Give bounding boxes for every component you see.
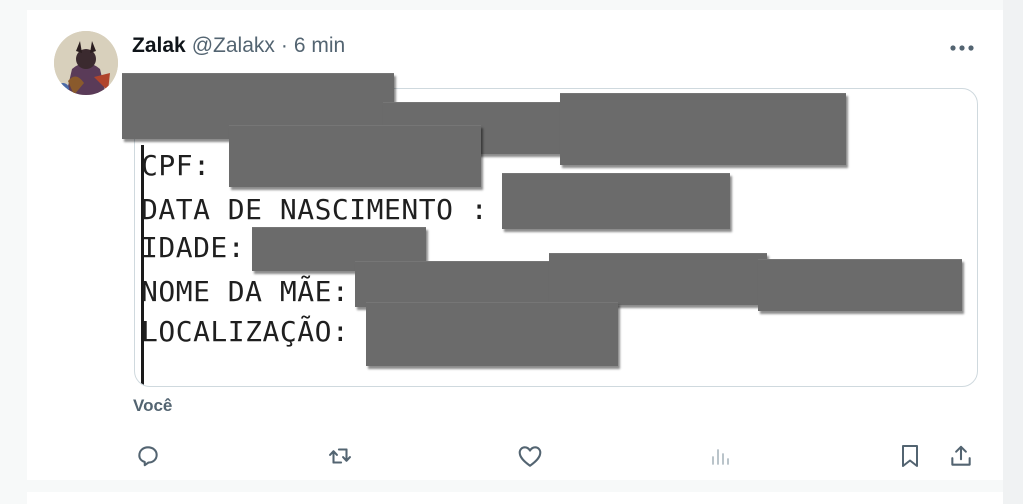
redaction-box bbox=[366, 302, 618, 366]
redaction-box bbox=[355, 261, 561, 307]
reply-button[interactable] bbox=[130, 436, 166, 476]
doc-line-age: IDADE: bbox=[141, 231, 246, 264]
doc-line-cpf: CPF: bbox=[141, 149, 211, 182]
author-name[interactable]: Zalak bbox=[132, 34, 186, 58]
retweet-icon bbox=[329, 448, 351, 464]
doc-line-mother-name: NOME DA MÃE: bbox=[141, 275, 350, 308]
header-separator: · bbox=[280, 34, 288, 57]
media-caption[interactable]: Você bbox=[133, 396, 172, 416]
bookmark-button[interactable] bbox=[894, 436, 926, 476]
share-icon bbox=[951, 445, 971, 466]
author-handle[interactable]: @Zalakx bbox=[192, 34, 275, 58]
share-button[interactable] bbox=[944, 436, 978, 476]
tweet-time[interactable]: 6 min bbox=[294, 34, 345, 58]
retweet-button[interactable] bbox=[322, 436, 358, 476]
bookmark-icon bbox=[902, 445, 918, 467]
views-icon bbox=[712, 449, 729, 465]
views-button[interactable] bbox=[704, 436, 736, 476]
more-icon bbox=[950, 45, 974, 51]
redaction-box bbox=[549, 253, 767, 305]
tweet-actions bbox=[0, 436, 1023, 476]
like-button[interactable] bbox=[512, 436, 548, 476]
avatar[interactable] bbox=[54, 31, 118, 95]
tweet-header: Zalak @Zalakx · 6 min bbox=[132, 34, 345, 62]
reply-icon bbox=[138, 446, 158, 467]
next-tweet-card bbox=[27, 492, 1003, 504]
redaction-box bbox=[560, 93, 846, 165]
doc-line-birthdate: DATA DE NASCIMENTO : bbox=[141, 193, 489, 226]
like-icon bbox=[518, 446, 542, 467]
more-button[interactable] bbox=[946, 36, 978, 60]
redaction-box bbox=[502, 173, 730, 229]
window-edge bbox=[1003, 0, 1023, 504]
doc-line-location: LOCALIZAÇÃO: bbox=[141, 315, 350, 348]
redaction-box bbox=[758, 259, 962, 311]
avatar-image bbox=[54, 31, 118, 95]
redaction-box bbox=[229, 125, 481, 187]
